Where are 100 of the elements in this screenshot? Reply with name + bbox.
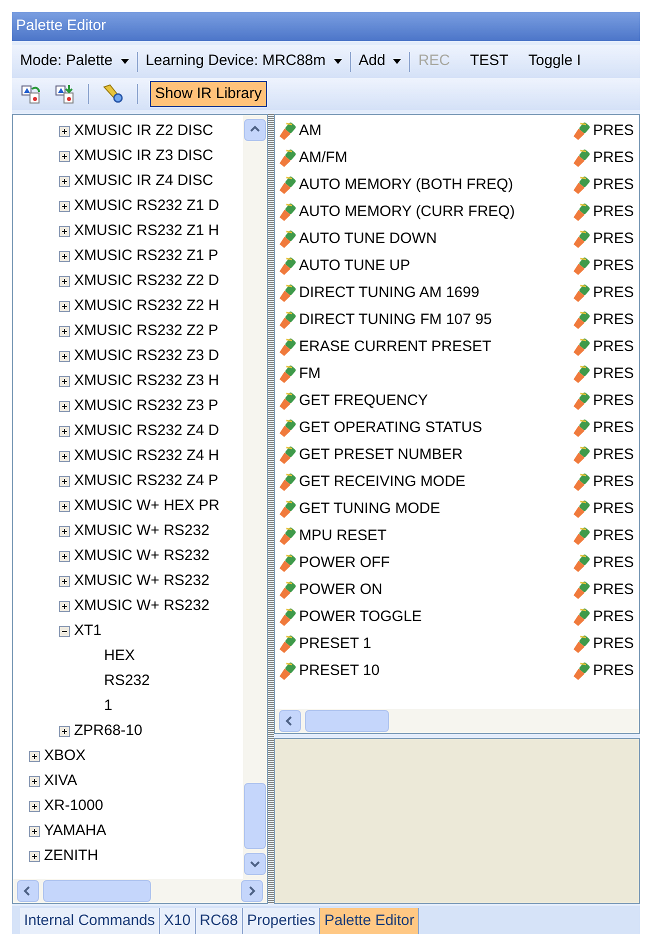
expand-icon[interactable] bbox=[59, 526, 70, 537]
expand-icon[interactable] bbox=[59, 376, 70, 387]
dropdown-button[interactable]: Add bbox=[358, 50, 402, 73]
command-item[interactable]: AUTO MEMORY (CURR FREQ) bbox=[299, 201, 515, 224]
toolbar-button[interactable]: Toggle I bbox=[528, 50, 581, 73]
tree-item[interactable]: XMUSIC IR Z2 DISC bbox=[74, 120, 214, 143]
expand-icon[interactable] bbox=[59, 201, 70, 212]
export-icon[interactable] bbox=[54, 83, 76, 105]
tree-item[interactable]: XMUSIC RS232 Z3 H bbox=[74, 370, 220, 393]
expand-icon[interactable] bbox=[59, 226, 70, 237]
command-item[interactable]: DIRECT TUNING FM 107 95 bbox=[299, 309, 492, 332]
expand-icon[interactable] bbox=[59, 601, 70, 612]
command-item[interactable]: PRES bbox=[593, 255, 634, 278]
tree-item[interactable]: XMUSIC RS232 Z4 H bbox=[74, 445, 220, 468]
import-icon[interactable] bbox=[20, 83, 42, 105]
command-item[interactable]: AUTO TUNE DOWN bbox=[299, 228, 437, 251]
tree-item[interactable]: XMUSIC IR Z3 DISC bbox=[74, 145, 214, 168]
command-item[interactable]: PRES bbox=[593, 660, 634, 683]
command-item[interactable]: GET FREQUENCY bbox=[299, 390, 428, 413]
tree-item[interactable]: XMUSIC RS232 Z3 D bbox=[74, 345, 220, 368]
expand-icon[interactable] bbox=[29, 826, 40, 837]
tree-item[interactable]: XMUSIC RS232 Z1 P bbox=[74, 245, 218, 268]
expand-icon[interactable] bbox=[59, 501, 70, 512]
scroll-left-button[interactable] bbox=[17, 880, 39, 902]
command-item[interactable]: PRES bbox=[593, 147, 634, 170]
scroll-thumb[interactable] bbox=[305, 710, 389, 732]
expand-icon[interactable] bbox=[29, 851, 40, 862]
command-item[interactable]: AUTO TUNE UP bbox=[299, 255, 410, 278]
command-item[interactable]: POWER OFF bbox=[299, 552, 390, 575]
command-item[interactable]: GET RECEIVING MODE bbox=[299, 471, 466, 494]
tab[interactable]: Properties bbox=[242, 908, 320, 934]
command-item[interactable]: PRES bbox=[593, 579, 634, 602]
expand-icon[interactable] bbox=[59, 151, 70, 162]
tree-item[interactable]: XMUSIC RS232 Z4 D bbox=[74, 420, 220, 443]
tree-item[interactable]: XMUSIC RS232 Z1 D bbox=[74, 195, 220, 218]
expand-icon[interactable] bbox=[59, 551, 70, 562]
command-item[interactable]: PRES bbox=[593, 417, 634, 440]
scroll-thumb[interactable] bbox=[244, 783, 266, 849]
command-item[interactable]: POWER TOGGLE bbox=[299, 606, 422, 629]
command-item[interactable]: AM/FM bbox=[299, 147, 348, 170]
command-item[interactable]: PRESET 1 bbox=[299, 633, 372, 656]
command-item[interactable]: POWER ON bbox=[299, 579, 382, 602]
expand-icon[interactable] bbox=[59, 476, 70, 487]
tree-item[interactable]: XMUSIC W+ RS232 bbox=[74, 595, 210, 618]
show-ir-library-button[interactable]: Show IR Library bbox=[150, 81, 267, 107]
tree-item[interactable]: XMUSIC W+ RS232 bbox=[74, 570, 210, 593]
tree-item[interactable]: XMUSIC W+ RS232 bbox=[74, 545, 210, 568]
command-item[interactable]: PRES bbox=[593, 201, 634, 224]
tab[interactable]: RC68 bbox=[196, 908, 243, 934]
command-item[interactable]: PRES bbox=[593, 363, 634, 386]
command-item[interactable]: DIRECT TUNING AM 1699 bbox=[299, 282, 480, 305]
scroll-down-button[interactable] bbox=[244, 853, 266, 875]
expand-icon[interactable] bbox=[29, 751, 40, 762]
tree-item[interactable]: HEX bbox=[104, 645, 135, 668]
command-item[interactable]: PRES bbox=[593, 525, 634, 548]
expand-icon[interactable] bbox=[59, 351, 70, 362]
command-item[interactable]: GET OPERATING STATUS bbox=[299, 417, 482, 440]
tree-item[interactable]: XMUSIC RS232 Z2 P bbox=[74, 320, 218, 343]
scroll-right-button[interactable] bbox=[241, 880, 263, 902]
tree-item[interactable]: XIVA bbox=[44, 770, 78, 793]
expand-icon[interactable] bbox=[59, 576, 70, 587]
tab[interactable]: X10 bbox=[160, 908, 196, 934]
expand-icon[interactable] bbox=[59, 426, 70, 437]
command-item[interactable]: PRES bbox=[593, 390, 634, 413]
command-item[interactable]: PRES bbox=[593, 174, 634, 197]
expand-icon[interactable] bbox=[59, 401, 70, 412]
tree-item[interactable]: XMUSIC RS232 Z3 P bbox=[74, 395, 218, 418]
command-item[interactable]: PRES bbox=[593, 552, 634, 575]
tree-item[interactable]: XMUSIC RS232 Z2 H bbox=[74, 295, 220, 318]
tab[interactable]: Internal Commands bbox=[20, 908, 160, 934]
tree-item[interactable]: ZPR68-10 bbox=[74, 720, 142, 743]
command-item[interactable]: PRES bbox=[593, 606, 634, 629]
expand-icon[interactable] bbox=[59, 326, 70, 337]
tree-item[interactable]: XMUSIC W+ HEX PR bbox=[74, 495, 220, 518]
command-item[interactable]: FM bbox=[299, 363, 321, 386]
scroll-up-button[interactable] bbox=[244, 119, 266, 141]
toolbar-button[interactable]: TEST bbox=[470, 50, 508, 73]
dropdown-button[interactable]: Mode: Palette bbox=[20, 50, 129, 73]
tree-item[interactable]: YAMAHA bbox=[44, 820, 106, 843]
command-item[interactable]: PRES bbox=[593, 336, 634, 359]
tree-item[interactable]: XMUSIC RS232 Z1 H bbox=[74, 220, 220, 243]
expand-icon[interactable] bbox=[29, 801, 40, 812]
tree-item[interactable]: XT1 bbox=[74, 620, 102, 643]
tree-item[interactable]: RS232 bbox=[104, 670, 150, 693]
tree-item[interactable]: XMUSIC W+ RS232 bbox=[74, 520, 210, 543]
command-item[interactable]: ERASE CURRENT PRESET bbox=[299, 336, 492, 359]
command-item[interactable]: PRES bbox=[593, 498, 634, 521]
expand-icon[interactable] bbox=[59, 251, 70, 262]
scroll-thumb[interactable] bbox=[43, 880, 151, 902]
tree-item[interactable]: XMUSIC RS232 Z2 D bbox=[74, 270, 220, 293]
tree-item[interactable]: XMUSIC IR Z4 DISC bbox=[74, 170, 214, 193]
command-item[interactable]: PRESET 10 bbox=[299, 660, 380, 683]
expand-icon[interactable] bbox=[59, 726, 70, 737]
expand-icon[interactable] bbox=[59, 176, 70, 187]
tree-item[interactable]: 1 bbox=[104, 695, 112, 718]
expand-icon[interactable] bbox=[59, 126, 70, 137]
expand-icon[interactable] bbox=[59, 301, 70, 312]
expand-icon[interactable] bbox=[59, 276, 70, 287]
dropdown-button[interactable]: Learning Device: MRC88m bbox=[146, 50, 342, 73]
command-item[interactable]: PRES bbox=[593, 633, 634, 656]
